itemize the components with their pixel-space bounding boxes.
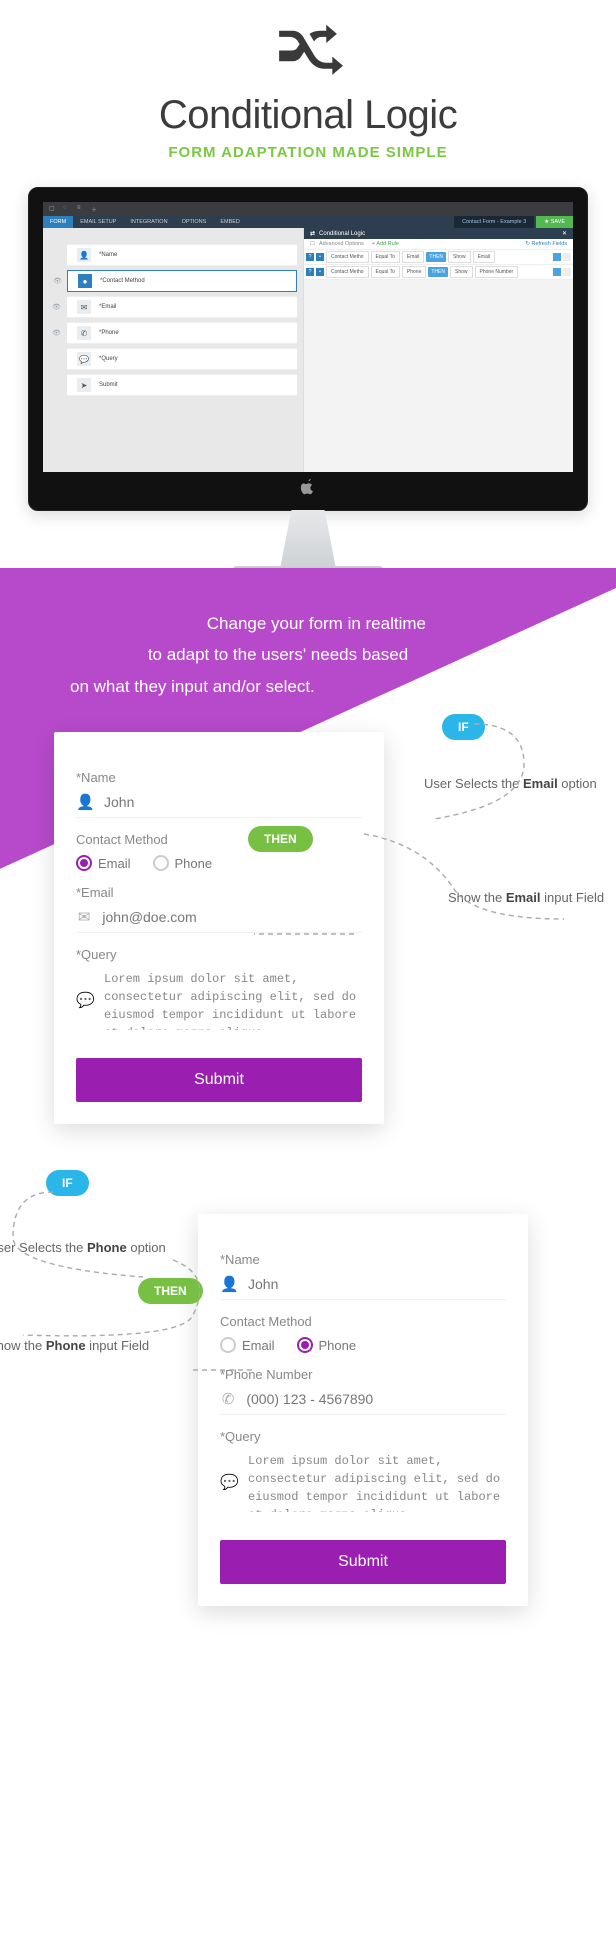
then-note: Show the Email input Field [448,890,604,905]
fullscreen-icon: ▢ [49,205,57,213]
email-input[interactable] [102,909,362,925]
panel-title: Conditional Logic [319,231,365,237]
name-label: *Name [76,770,362,785]
radio-email[interactable]: Email [76,855,131,871]
query-input[interactable] [248,1452,506,1512]
shuffle-icon: ⇄ [310,230,315,237]
tab-email-setup[interactable]: EMAIL SETUP [73,216,123,228]
if-icon: ? [306,253,314,261]
phone-icon: ✆ [77,326,91,340]
contact-method-label: Contact Method [220,1314,506,1329]
rule-row[interactable]: ?•Contact MethoEqual ToEmailTHENShowEmai… [304,250,573,265]
submit-button[interactable]: Submit [76,1058,362,1102]
phone-input[interactable] [246,1391,506,1407]
radio-email[interactable]: Email [220,1337,275,1353]
mail-icon: ✉ [77,300,91,314]
then-note: Show the Phone input Field [0,1338,149,1353]
chat-icon: 💬 [77,352,91,366]
user-icon: 👤 [76,793,94,811]
monitor-mockup: ▢ ◌ ≡ ＋ FORM EMAIL SETUP INTEGRATION OPT… [0,187,616,574]
toggle-icon: • [316,268,324,276]
send-icon: ➤ [77,378,91,392]
form-fields-list: 👤 *Name 👁 ● *Contact Method 👁 ✉ *Email 👁 ✆ *Pho… [43,228,303,472]
plus-icon: ＋ [91,205,99,213]
email-label: *Email [76,885,362,900]
tab-integration[interactable]: INTEGRATION [123,216,174,228]
radio-phone[interactable]: Phone [153,855,213,871]
if-note: User Selects the Phone option [0,1240,166,1255]
logic-panel: ⇄ Conditional Logic ✕ ☐ Advanced Options + A… [303,228,573,472]
example-form-email: IF User Selects the Email option THEN Sh… [54,732,384,1124]
then-badge: THEN [248,826,313,852]
eye-icon: 👁 [52,329,61,337]
save-button[interactable]: ★ SAVE [536,216,573,228]
field-email[interactable]: *Email [99,304,116,310]
name-label: *Name [220,1252,506,1267]
eye-icon: 👁 [52,303,61,311]
chat-icon: 💬 [220,1473,238,1491]
radio-icon: ● [78,274,92,288]
close-icon[interactable]: ✕ [562,230,567,237]
connector-lines [394,714,616,954]
chat-icon: 💬 [76,991,94,1009]
advanced-options[interactable]: Advanced Options [319,241,364,247]
query-label: *Query [76,947,362,962]
field-contact-method[interactable]: *Contact Method [100,278,145,284]
query-label: *Query [220,1429,506,1444]
phone-icon: ✆ [220,1390,236,1408]
field-name[interactable]: *Name [99,252,117,258]
page-subtitle: FORM ADAPTATION MADE SIMPLE [0,144,616,161]
eye-icon: 👁 [53,277,62,285]
then-badge: THEN [138,1278,203,1304]
rule-row[interactable]: ?•Contact MethoEqual ToPhoneTHENShowPhon… [304,265,573,280]
connector-lines [0,1170,243,1430]
query-input[interactable] [104,970,362,1030]
user-icon: 👤 [77,248,91,262]
checkbox-icon[interactable]: ☐ [310,241,315,247]
shuffle-icon [0,14,616,83]
page-title: Conditional Logic [0,93,616,138]
submit-button[interactable]: Submit [220,1540,506,1584]
if-badge: IF [442,714,485,740]
tab-form[interactable]: FORM [43,216,73,228]
apple-icon [299,478,317,496]
example-form-phone: IF User Selects the Phone option THEN Sh… [198,1214,528,1606]
name-input[interactable] [248,1276,506,1292]
user-icon: 👤 [220,1275,238,1293]
radio-phone[interactable]: Phone [297,1337,357,1353]
breadcrumb: Contact Form - Example 3 [454,216,534,228]
name-input[interactable] [104,794,362,810]
tab-options[interactable]: OPTIONS [175,216,214,228]
contact-method-label: Contact Method [76,832,362,847]
globe-icon: ◌ [63,205,71,213]
field-submit[interactable]: Submit [99,382,118,388]
if-icon: ? [306,268,314,276]
tagline: Change your form in realtime to adapt to… [0,578,616,732]
menu-icon: ≡ [77,205,85,213]
add-rule-button[interactable]: + Add Rule [372,241,399,247]
if-note: User Selects the Email option [424,776,597,791]
phone-label: *Phone Number [220,1367,506,1382]
field-query[interactable]: *Query [99,356,118,362]
toggle-icon: • [316,253,324,261]
tab-embed[interactable]: EMBED [213,216,247,228]
if-badge: IF [46,1170,89,1196]
refresh-fields-button[interactable]: ↻ Refresh Fields [525,241,567,247]
mail-icon: ✉ [76,908,92,926]
field-phone[interactable]: *Phone [99,330,119,336]
